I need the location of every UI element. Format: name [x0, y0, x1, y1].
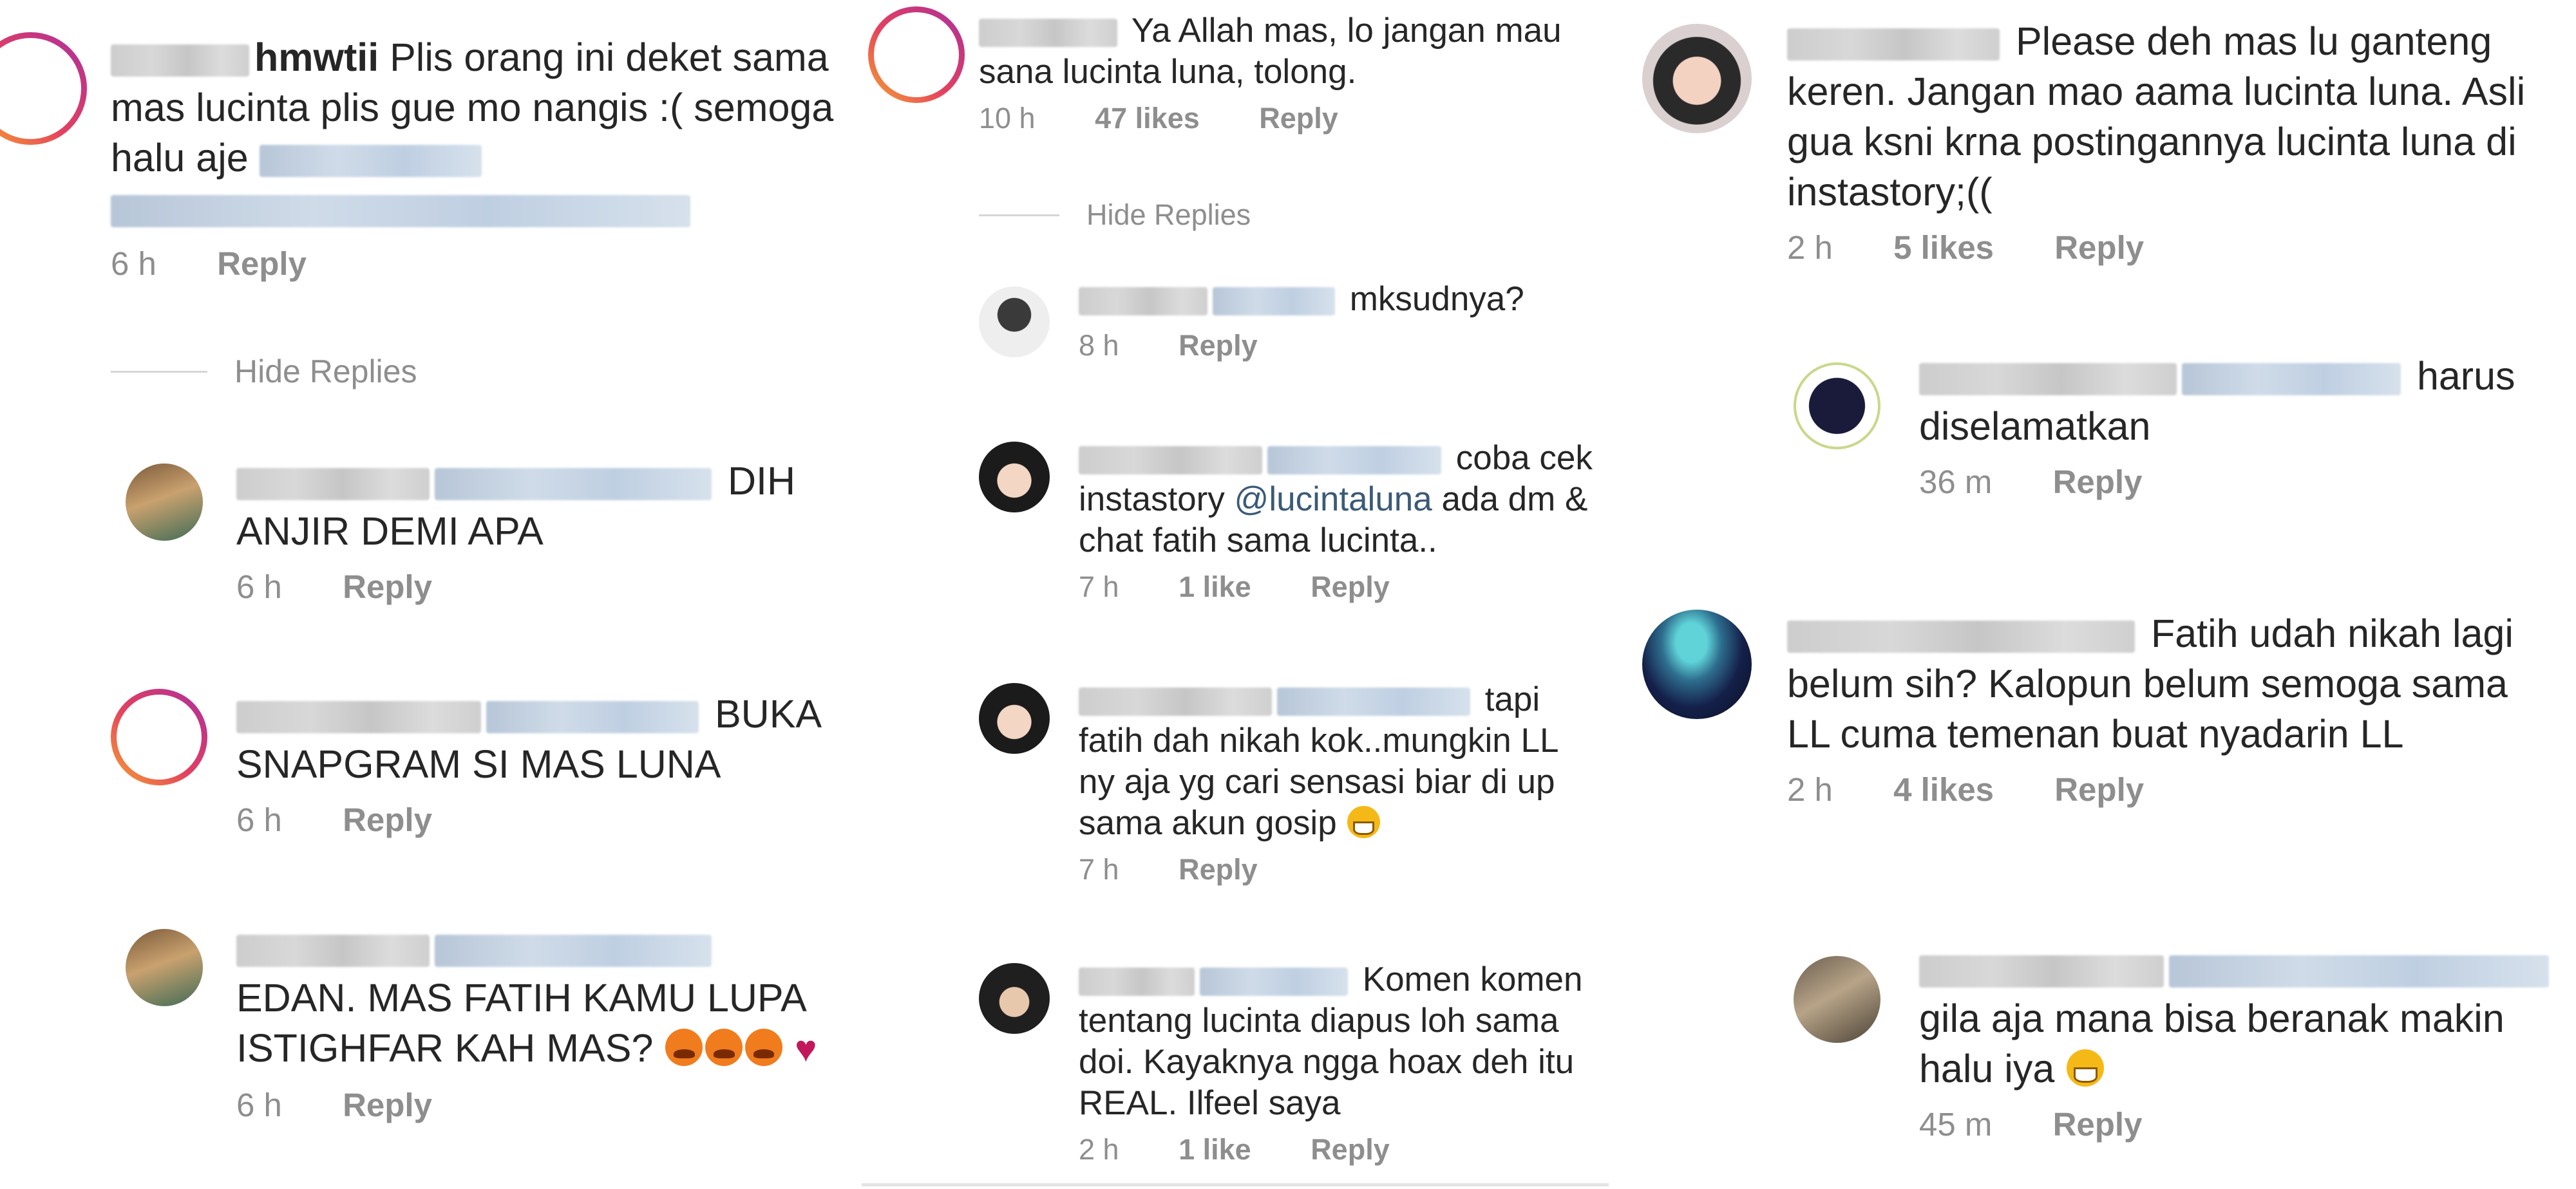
comment-panel-1: hmwtii Plis orang ini deket sama mas luc… [0, 0, 857, 1189]
comment-meta: 6 h Reply [111, 245, 838, 283]
timestamp: 36 m [1919, 463, 1993, 500]
reply-button[interactable]: Reply [2054, 771, 2144, 809]
blurred-username[interactable] [1079, 446, 1262, 474]
blurred-mention[interactable] [486, 700, 699, 733]
avatar[interactable] [979, 683, 1050, 754]
username[interactable]: hmwtii [254, 35, 379, 79]
blurred-mention[interactable] [1277, 688, 1470, 716]
reply-button[interactable]: Reply [2053, 463, 2143, 501]
comment-panel-3: Please deh mas lu ganteng keren. Jangan … [1604, 0, 2576, 1189]
reply-button[interactable]: Reply [1179, 853, 1258, 886]
reply-button[interactable]: Reply [1311, 570, 1390, 604]
avatar[interactable] [979, 286, 1050, 357]
avatar[interactable] [979, 963, 1050, 1034]
likes-count[interactable]: 5 likes [1893, 229, 1994, 267]
comment-text: hmwtii Plis orang ini deket sama mas luc… [111, 32, 838, 233]
timestamp: 7 h [1079, 853, 1119, 886]
likes-count[interactable]: 1 like [1179, 1133, 1251, 1166]
blurred-username[interactable] [236, 467, 430, 500]
blurred-username[interactable] [1079, 688, 1272, 716]
panel-bottom-divider [862, 1183, 1609, 1186]
likes-count[interactable]: 47 likes [1095, 102, 1200, 135]
avatar[interactable] [1794, 362, 1880, 449]
timestamp: 8 h [1079, 329, 1119, 362]
story-ring-avatar[interactable] [0, 32, 87, 145]
blurred-username[interactable] [236, 700, 481, 733]
reply-button[interactable]: Reply [343, 801, 432, 839]
angry-face-emoji [665, 1029, 703, 1067]
hide-replies-toggle[interactable]: Hide Replies [111, 353, 417, 390]
blurred-username[interactable] [1079, 968, 1195, 996]
reply-button[interactable]: Reply [343, 568, 432, 606]
grinning-face-emoji [1347, 806, 1380, 839]
timestamp: 2 h [1787, 229, 1833, 266]
blurred-mention[interactable] [1267, 446, 1441, 474]
story-ring-avatar[interactable] [868, 6, 965, 103]
comment-1: hmwtii Plis orang ini deket sama mas luc… [0, 26, 857, 309]
reply-button[interactable]: Reply [1259, 102, 1338, 135]
blurred-mention[interactable] [2169, 955, 2549, 988]
reply-button[interactable]: Reply [343, 1086, 432, 1124]
blurred-mention[interactable] [2182, 362, 2401, 395]
timestamp: 45 m [1919, 1106, 1993, 1143]
reply-button[interactable]: Reply [2054, 229, 2144, 267]
blurred-username[interactable] [1787, 620, 2135, 653]
blurred-username[interactable] [1079, 287, 1208, 315]
avatar[interactable] [1642, 24, 1752, 133]
reply-button[interactable]: Reply [1311, 1133, 1390, 1166]
timestamp: 6 h [111, 245, 156, 282]
blurred-username[interactable] [236, 934, 430, 967]
blurred-mention[interactable] [1213, 287, 1335, 315]
blurred-mention[interactable] [435, 934, 712, 967]
blurred-mention[interactable] [435, 467, 712, 500]
divider-line [979, 214, 1059, 216]
timestamp: 6 h [236, 801, 282, 838]
avatar[interactable] [126, 463, 203, 541]
mention-link[interactable]: @lucintaluna [1235, 480, 1432, 518]
divider-line [111, 370, 207, 373]
blurred-mention[interactable] [1200, 968, 1348, 996]
story-ring-avatar[interactable] [111, 689, 207, 785]
hide-replies-toggle[interactable]: Hide Replies [979, 198, 1251, 232]
blurred-username[interactable] [1919, 955, 2164, 988]
timestamp: 10 h [979, 102, 1036, 135]
reply-button[interactable]: Reply [217, 245, 307, 283]
angry-face-emoji [745, 1029, 783, 1067]
reply-button[interactable]: Reply [1179, 329, 1258, 362]
blurred-username[interactable] [1919, 362, 2177, 395]
timestamp: 6 h [236, 1087, 282, 1123]
angry-face-emoji [705, 1029, 743, 1067]
avatar[interactable] [1642, 610, 1752, 719]
grinning-face-emoji [2067, 1049, 2105, 1087]
blurred-username[interactable] [979, 19, 1117, 47]
blurred-username[interactable] [1787, 28, 2000, 61]
timestamp: 7 h [1079, 570, 1119, 603]
avatar[interactable] [979, 442, 1050, 512]
blurred-mention[interactable] [259, 144, 482, 177]
comment-panel-2: Ya Allah mas, lo jangan mau sana lucinta… [857, 0, 1604, 1189]
timestamp: 2 h [1079, 1133, 1119, 1166]
reply-button[interactable]: Reply [2053, 1105, 2143, 1143]
likes-count[interactable]: 1 like [1179, 570, 1251, 604]
timestamp: 2 h [1787, 771, 1833, 808]
broken-heart-emoji: ♥ [795, 1029, 817, 1070]
blurred-username [111, 44, 249, 77]
likes-count[interactable]: 4 likes [1893, 771, 1994, 809]
avatar[interactable] [126, 929, 203, 1006]
blurred-mention[interactable] [111, 194, 690, 227]
timestamp: 6 h [236, 568, 282, 605]
avatar[interactable] [1794, 956, 1880, 1043]
